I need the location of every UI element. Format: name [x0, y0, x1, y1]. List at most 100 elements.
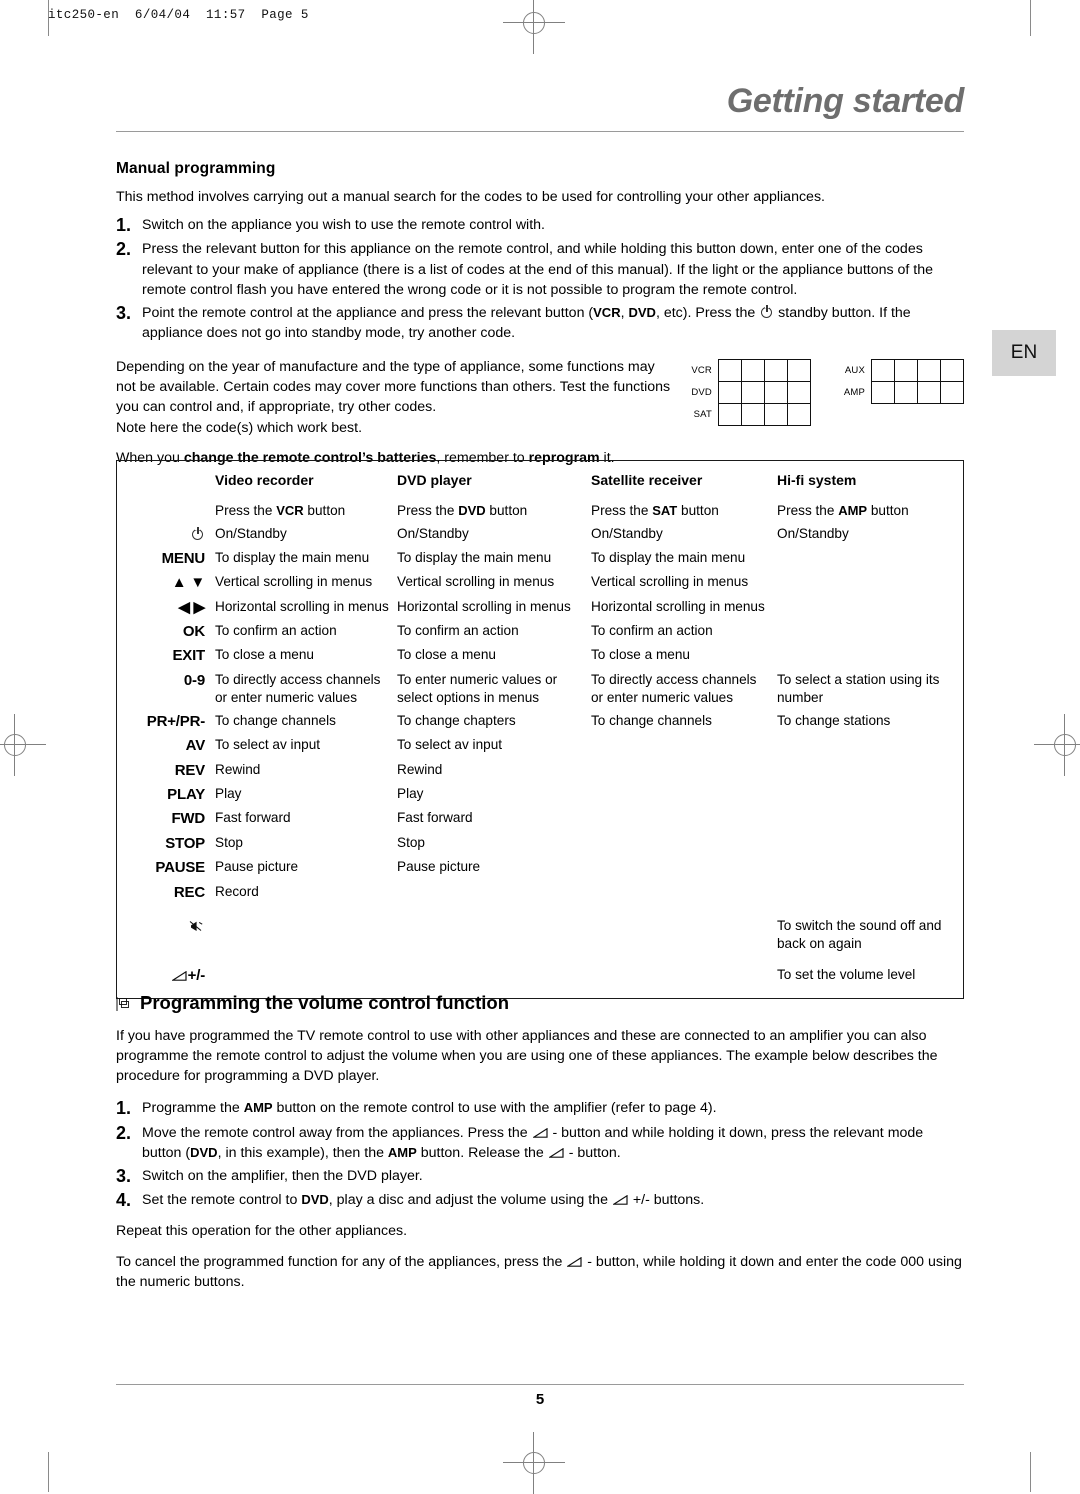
col-header-hifi-system: Hi-fi system: [777, 472, 857, 488]
table-row: STOP Stop Stop: [117, 830, 965, 854]
cell-video: [215, 903, 397, 954]
code-cell[interactable]: [764, 403, 788, 427]
cell-dvd: To confirm an action: [397, 623, 519, 639]
step3-bold-vcr: VCR: [593, 304, 621, 320]
col-header-satellite-receiver: Satellite receiver: [591, 472, 703, 488]
row-key: [117, 521, 215, 545]
row-key-play: PLAY: [167, 786, 205, 803]
cell-video: Press the VCR button: [215, 503, 346, 519]
section-subhead: Manual programming: [116, 160, 276, 177]
table-row: REV Rewind Rewind: [117, 757, 965, 781]
step-item: 3. Point the remote control at the appli…: [116, 303, 964, 343]
code-grid-row[interactable]: [718, 359, 811, 383]
cell-video: Record: [215, 883, 259, 899]
cancel-note: To cancel the programmed function for an…: [116, 1252, 964, 1292]
code-cell[interactable]: [741, 359, 765, 383]
table-row: PR+/PR- To change channels To change cha…: [117, 708, 965, 732]
code-cell[interactable]: [894, 359, 918, 383]
step-number: 3.: [116, 1166, 132, 1187]
table-row: REC Record: [117, 879, 965, 903]
codes-note-text: Depending on the year of manufacture and…: [116, 357, 676, 438]
code-cell[interactable]: [718, 403, 742, 427]
cell-video: Stop: [215, 834, 243, 850]
cell-amp: [777, 642, 965, 666]
code-cell[interactable]: [741, 403, 765, 427]
code-cell[interactable]: [940, 359, 964, 383]
col-header-dvd-player: DVD player: [397, 472, 472, 488]
row-key-exit: EXIT: [172, 647, 205, 665]
code-note-grids: VCR DVD SAT AUX AMP: [684, 359, 964, 427]
code-grid-row[interactable]: [718, 381, 811, 405]
grid-label-dvd: DVD: [691, 387, 712, 399]
code-cell[interactable]: [917, 381, 941, 405]
cell-sat: [591, 879, 777, 903]
code-cell[interactable]: [718, 359, 742, 383]
code-cell[interactable]: [764, 381, 788, 405]
cell-dvd: To select av input: [397, 737, 503, 753]
cell-dvd: Fast forward: [397, 810, 473, 826]
s2s4-c: +/- buttons.: [628, 1192, 705, 1209]
code-cell[interactable]: [764, 359, 788, 383]
codes-note-paragraph: Depending on the year of manufacture and…: [116, 359, 671, 416]
step-number: 2.: [116, 239, 132, 260]
step-item: 3. Switch on the amplifier, then the DVD…: [116, 1166, 964, 1187]
cell-amp: [777, 879, 965, 903]
step-item: 1. Programme the AMP button on the remot…: [116, 1098, 964, 1119]
cell-dvd: [397, 879, 591, 903]
cell-video: Play: [215, 786, 242, 801]
s2s2-d: button. Release the: [416, 1144, 548, 1161]
function-table-container: Video recorder DVD player Satellite rece…: [116, 460, 965, 1000]
code-grid-row[interactable]: [871, 359, 964, 383]
code-grid-right-table[interactable]: [871, 359, 964, 405]
mute-icon: [189, 919, 205, 932]
cell-amp: [777, 854, 965, 878]
cell-amp: [777, 805, 965, 829]
code-cell[interactable]: [787, 359, 811, 383]
code-cell[interactable]: [741, 381, 765, 405]
cell-sat: [591, 830, 777, 854]
manual-programming-section: Manual programming This method involves …: [116, 160, 964, 476]
cell-dvd: [397, 903, 591, 954]
function-table: Video recorder DVD player Satellite rece…: [117, 471, 965, 986]
row-key-pr: PR+/PR-: [146, 712, 205, 730]
code-grid-row[interactable]: [871, 381, 964, 405]
code-cell[interactable]: [917, 359, 941, 383]
code-cell[interactable]: [940, 381, 964, 405]
cell-dvd: On/Standby: [397, 525, 469, 541]
step3-bold-dvd: DVD: [628, 304, 656, 320]
code-grid-right: AUX AMP: [837, 359, 964, 426]
table-row: On/Standby On/Standby On/Standby On/Stan…: [117, 521, 965, 545]
s2s2-c: , in this example), then the: [217, 1144, 388, 1161]
chapter-title-row: Getting started: [116, 84, 965, 118]
code-grid-row[interactable]: [718, 403, 811, 427]
code-cell[interactable]: [787, 381, 811, 405]
step-text: Switch on the appliance you wish to use …: [142, 217, 545, 234]
cell-dvd: Press the DVD button: [397, 503, 528, 519]
code-cell[interactable]: [787, 403, 811, 427]
cell-video: Pause picture: [215, 859, 299, 875]
table-row: ▲ ▼ Vertical scrolling in menus Vertical…: [117, 569, 965, 593]
row-key-stop: STOP: [165, 834, 205, 852]
cell-video: To display the main menu: [215, 549, 370, 565]
row-key-av: AV: [185, 737, 206, 755]
step-number: 1.: [116, 215, 132, 236]
grid-label-sat: SAT: [693, 409, 712, 421]
codes-note-line: Note here the code(s) which work best.: [116, 419, 363, 436]
language-tab-label: EN: [1010, 342, 1038, 363]
row-key-menu: MENU: [161, 549, 206, 567]
row-key-mute: [117, 903, 215, 954]
code-grid-left-table[interactable]: [718, 359, 811, 427]
cell-video: On/Standby: [215, 525, 287, 541]
code-cell[interactable]: [718, 381, 742, 405]
code-cell[interactable]: [871, 359, 895, 383]
function-table-body: Press the VCR button Press the DVD butto…: [117, 498, 965, 986]
step-text: Switch on the amplifier, then the DVD pl…: [142, 1168, 423, 1185]
step-number: 4.: [116, 1190, 132, 1211]
code-cell[interactable]: [871, 381, 895, 405]
code-cell[interactable]: [894, 381, 918, 405]
row-key-pause: PAUSE: [155, 859, 205, 877]
step-number: 3.: [116, 302, 132, 323]
cell-amp: [777, 545, 965, 569]
cell-dvd: Play: [397, 786, 424, 801]
cell-amp: [777, 594, 965, 618]
